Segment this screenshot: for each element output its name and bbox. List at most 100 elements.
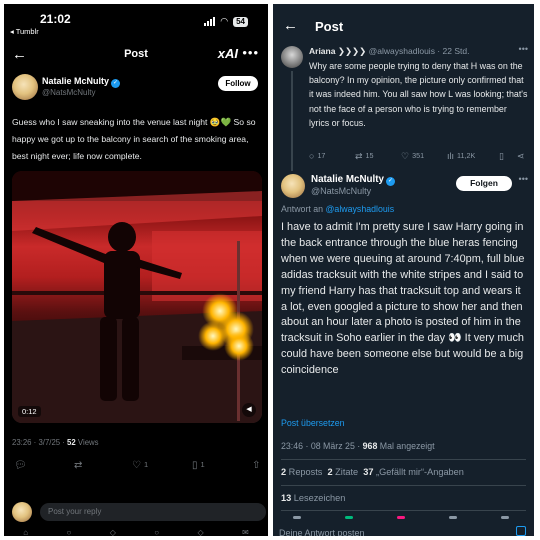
post-timestamp: 23:46 · 08 März 25 · bbox=[281, 441, 363, 451]
reply-button[interactable]: ○ 17 bbox=[309, 151, 325, 161]
page-title: Post bbox=[315, 19, 344, 34]
follow-button[interactable]: Folgen bbox=[456, 176, 512, 191]
parent-handle-time: @alwayshadlouis · 22 Std. bbox=[366, 46, 470, 56]
avatar[interactable] bbox=[281, 174, 305, 198]
divider bbox=[281, 510, 526, 511]
parent-author-name: Ariana ❯❯❯❯ bbox=[309, 46, 367, 56]
battery-icon: 54 bbox=[233, 16, 248, 27]
more-options-icon[interactable]: ••• bbox=[519, 174, 528, 184]
engagement-stats: 2 Reposts 2 Zitate 37 „Gefällt mir“-Anga… bbox=[281, 467, 464, 477]
share-icon[interactable]: ⇧ bbox=[252, 460, 260, 471]
share-icon[interactable]: ⋖ bbox=[517, 151, 525, 162]
reply-icon[interactable] bbox=[293, 516, 301, 519]
divider bbox=[281, 485, 526, 486]
post-header: ← Post xAI ••• bbox=[4, 44, 268, 68]
replying-to: Antwort an @alwayshadlouis bbox=[281, 204, 394, 214]
reply-count: 17 bbox=[317, 151, 326, 160]
post-text: I have to admit I'm pretty sure I saw Ha… bbox=[281, 221, 525, 377]
reply-input[interactable]: Deine Antwort posten bbox=[279, 528, 365, 536]
back-arrow-icon[interactable]: ← bbox=[283, 17, 298, 34]
author-name[interactable]: Natalie McNulty ✓ bbox=[311, 174, 395, 186]
wifi-icon: ◠ bbox=[220, 16, 229, 26]
reposts-stat[interactable]: 2 Reposts bbox=[281, 467, 322, 477]
author-handle[interactable]: @NatsMcNulty bbox=[42, 88, 95, 97]
post-meta: 23:46 · 08 März 25 · 968 Mal angezeigt bbox=[281, 441, 435, 451]
post-meta: 23:26 · 3/7/25 · 52 Views bbox=[12, 438, 99, 447]
grok-nav-icon[interactable]: ◇ bbox=[110, 528, 116, 536]
video-player[interactable]: 0:12 ◀ bbox=[12, 171, 262, 423]
views-count: 11,2K bbox=[457, 151, 476, 160]
views-label: Mal angezeigt bbox=[377, 441, 435, 451]
video-timestamp: 0:12 bbox=[18, 406, 41, 417]
like-button[interactable]: ♡ 351 bbox=[401, 151, 424, 162]
share-icon[interactable] bbox=[501, 516, 509, 519]
translate-link[interactable]: Post übersetzen bbox=[281, 418, 345, 428]
more-options-icon[interactable]: ••• bbox=[242, 45, 259, 60]
home-icon[interactable]: ⌂ bbox=[23, 528, 28, 536]
quotes-label: Zitate bbox=[332, 467, 359, 477]
post-timestamp: 23:26 · 3/7/25 · bbox=[12, 438, 68, 447]
like-icon[interactable] bbox=[397, 516, 405, 519]
likes-label: „Gefällt mir“-Angaben bbox=[373, 467, 464, 477]
reply-icon[interactable]: 💬︎ bbox=[14, 460, 27, 471]
avatar[interactable] bbox=[281, 46, 303, 68]
quotes-stat[interactable]: 2 Zitate bbox=[328, 467, 359, 477]
signal-icon bbox=[204, 17, 216, 26]
left-screenshot: 21:02 ◂ Tumblr ◠ 54 ← Post xAI ••• Natal… bbox=[4, 4, 268, 536]
repost-button[interactable]: ⇄ 15 bbox=[355, 151, 374, 162]
likes-count: 37 bbox=[363, 467, 374, 477]
author-name-text: Natalie McNulty bbox=[311, 174, 384, 185]
bookmark-count: 1 bbox=[200, 460, 205, 469]
grok-icon[interactable]: xAI bbox=[218, 46, 238, 61]
replying-prefix: Antwort an bbox=[281, 204, 326, 214]
thread-line bbox=[291, 71, 293, 171]
views-label: Views bbox=[75, 438, 99, 447]
repost-icon[interactable]: ⇄ bbox=[74, 460, 82, 471]
verified-badge-icon: ✓ bbox=[385, 177, 395, 186]
reply-input[interactable]: Post your reply bbox=[40, 503, 266, 521]
avatar[interactable] bbox=[12, 74, 38, 100]
mute-icon[interactable]: ◀ bbox=[242, 403, 256, 417]
post-header: ← Post bbox=[273, 16, 534, 40]
image-icon[interactable] bbox=[516, 526, 526, 536]
back-to-app-link[interactable]: ◂ Tumblr bbox=[10, 27, 39, 36]
post-text: Guess who I saw sneaking into the venue … bbox=[12, 117, 256, 161]
action-bar bbox=[273, 516, 534, 524]
bookmarks-count: 13 bbox=[281, 493, 292, 503]
bottom-nav: ⌂ ○ ◇ ○ ◇ ✉︎ bbox=[4, 528, 268, 536]
replying-handle-link[interactable]: @alwayshadlouis bbox=[326, 204, 395, 214]
divider bbox=[281, 459, 526, 460]
verified-badge-icon: ✓ bbox=[111, 79, 121, 88]
views-count: 52 bbox=[67, 438, 76, 447]
like-count: 1 bbox=[143, 460, 149, 469]
status-bar: 21:02 ◂ Tumblr ◠ 54 bbox=[4, 4, 268, 42]
stage-light bbox=[224, 331, 254, 361]
parent-author-line[interactable]: Ariana ❯❯❯❯ @alwayshadlouis · 22 Std. bbox=[309, 46, 529, 57]
parent-post-text: Why are some people trying to deny that … bbox=[309, 61, 528, 128]
bookmark-icon[interactable] bbox=[449, 516, 457, 519]
author-name-text: Natalie McNulty bbox=[42, 76, 110, 86]
more-options-icon[interactable]: ••• bbox=[519, 44, 528, 54]
author-handle[interactable]: @NatsMcNulty bbox=[311, 186, 371, 196]
follow-button[interactable]: Follow bbox=[218, 76, 258, 91]
parent-action-bar: ○ 17 ⇄ 15 ♡ 351 ılı 11,2K ▯ ⋖ bbox=[309, 151, 529, 163]
messages-icon[interactable]: ✉︎ bbox=[242, 528, 249, 536]
status-icons: ◠ 54 bbox=[204, 16, 248, 27]
status-time: 21:02 bbox=[40, 12, 71, 26]
author-name[interactable]: Natalie McNulty ✓ bbox=[42, 76, 121, 88]
action-bar: 💬︎ ⇄ ♡ 1 ▯ 1 ⇧ bbox=[12, 460, 264, 474]
bookmark-button[interactable]: ▯ 1 bbox=[192, 460, 205, 471]
bookmarks-label: Lesezeichen bbox=[291, 493, 346, 503]
bookmark-icon[interactable]: ▯ bbox=[499, 151, 504, 162]
views-button[interactable]: ılı 11,2K bbox=[447, 151, 475, 161]
repost-icon[interactable] bbox=[345, 516, 353, 519]
like-button[interactable]: ♡ 1 bbox=[132, 460, 148, 471]
bookmarks-stat[interactable]: 13 Lesezeichen bbox=[281, 493, 345, 503]
notifications-icon[interactable]: ◇ bbox=[198, 528, 204, 536]
like-count: 351 bbox=[412, 151, 425, 160]
right-screenshot: ← Post Ariana ❯❯❯❯ @alwayshadlouis · 22 … bbox=[273, 4, 534, 536]
repost-count: 15 bbox=[365, 151, 374, 160]
likes-stat[interactable]: 37 „Gefällt mir“-Angaben bbox=[363, 467, 464, 477]
communities-icon[interactable]: ○ bbox=[154, 528, 159, 536]
search-icon[interactable]: ○ bbox=[66, 528, 71, 536]
